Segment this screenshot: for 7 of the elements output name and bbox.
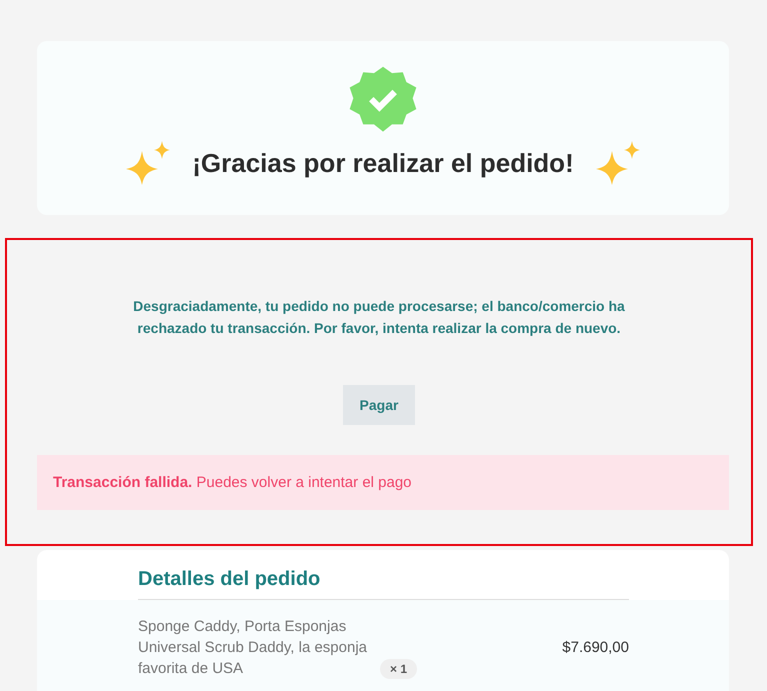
- page-title: ¡Gracias por realizar el pedido!: [192, 148, 574, 178]
- error-message: Desgraciadamente, tu pedido no puede procesarse; el banco/comercio ha rechazado tu transacción. Por favor, intenta realizar la compra de nuevo.: [132, 297, 626, 338]
- alert-text: Transacción fallida. Puedes volver a intentar el pago: [53, 474, 412, 491]
- quantity-badge: × 1: [380, 659, 418, 679]
- pay-button[interactable]: Pagar: [343, 385, 415, 425]
- product-name: Sponge Caddy, Porta Esponjas Universal Scrub Daddy, la esponja favorita de USA: [138, 617, 368, 679]
- product-price: $7.690,00: [562, 639, 629, 656]
